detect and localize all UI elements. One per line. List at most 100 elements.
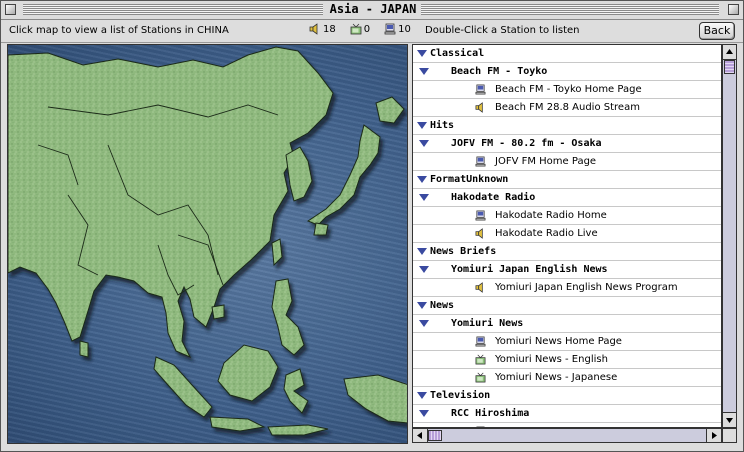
row-label: FormatUnknown	[430, 174, 509, 185]
scroll-down-arrow[interactable]	[723, 412, 736, 427]
row-label: Hakodate Radio	[451, 192, 536, 203]
scroll-right-arrow[interactable]	[706, 429, 721, 442]
row-label: Television	[430, 390, 491, 401]
disclosure-triangle-icon[interactable]	[417, 302, 427, 309]
arrow-right-icon	[712, 432, 717, 439]
web-count: 10	[384, 23, 411, 35]
land-masses	[8, 46, 407, 436]
genre-row[interactable]: Hits	[413, 117, 721, 135]
station-row[interactable]: Yomiuri Japan English News	[413, 261, 721, 279]
vertical-scroll-thumb[interactable]	[724, 60, 735, 74]
row-label: Hits	[430, 120, 455, 131]
grow-box[interactable]	[722, 428, 737, 443]
row-label: Beach FM - Toyko	[451, 66, 548, 77]
genre-row[interactable]: Classical	[413, 45, 721, 63]
disclosure-triangle-icon[interactable]	[419, 68, 429, 75]
row-label: Yomiuri News Home Page	[495, 336, 622, 347]
disclosure-triangle-icon[interactable]	[419, 140, 429, 147]
window-title: Asia - JAPAN	[327, 2, 419, 16]
tv-icon	[475, 372, 486, 383]
row-label: News Briefs	[430, 246, 497, 257]
row-label: Beach FM - Toyko Home Page	[495, 84, 642, 95]
disclosure-triangle-icon[interactable]	[419, 194, 429, 201]
computer-icon	[475, 84, 486, 95]
speaker-icon	[309, 23, 318, 35]
map-hint: Click map to view a list of Stations in …	[9, 25, 229, 36]
computer-icon	[475, 156, 486, 167]
speaker-icon	[475, 102, 483, 113]
scroll-left-arrow[interactable]	[413, 429, 428, 442]
speaker-icon	[475, 228, 483, 239]
genre-row[interactable]: News	[413, 297, 721, 315]
listen-hint: Double-Click a Station to listen	[425, 25, 580, 36]
video-count: 0	[350, 23, 370, 35]
genre-row[interactable]: News Briefs	[413, 243, 721, 261]
horizontal-scroll-thumb[interactable]	[428, 430, 442, 441]
arrow-down-icon	[726, 418, 733, 423]
arrow-up-icon	[726, 49, 733, 54]
arrow-left-icon	[417, 432, 422, 439]
scroll-up-arrow[interactable]	[723, 45, 736, 60]
computer-icon	[475, 210, 486, 221]
row-label: JOFV FM Home Page	[495, 156, 597, 167]
title-stripes-right	[421, 4, 719, 15]
row-label: Hakodate Radio Live	[495, 228, 598, 239]
computer-icon	[475, 336, 486, 347]
vertical-scrollbar[interactable]	[722, 44, 737, 428]
station-row[interactable]: Beach FM - Toyko	[413, 63, 721, 81]
computer-icon	[384, 23, 396, 35]
station-row[interactable]: JOFV FM - 80.2 fm - Osaka	[413, 135, 721, 153]
back-button[interactable]: Back	[699, 22, 735, 40]
horizontal-scrollbar[interactable]	[412, 428, 722, 443]
disclosure-triangle-icon[interactable]	[419, 320, 429, 327]
zoom-box[interactable]	[728, 4, 739, 15]
stream-row[interactable]: Hakodate Radio Live	[413, 225, 721, 243]
row-label: Yomiuri Japan English News Program	[495, 282, 678, 293]
disclosure-triangle-icon[interactable]	[419, 410, 429, 417]
row-label: Yomiuri News	[451, 318, 524, 329]
toolbar: Click map to view a list of Stations in …	[1, 20, 743, 43]
title-bar[interactable]: Asia - JAPAN	[1, 1, 743, 20]
title-stripes-left	[23, 4, 323, 15]
stream-row[interactable]: JOFV FM Home Page	[413, 153, 721, 171]
close-box[interactable]	[5, 4, 16, 15]
stream-row[interactable]: Yomiuri News - Japanese	[413, 369, 721, 387]
row-label: Yomiuri News - Japanese	[495, 372, 618, 383]
map-of-asia[interactable]	[8, 45, 408, 444]
genre-row[interactable]: Television	[413, 387, 721, 405]
station-row[interactable]: Yomiuri News	[413, 315, 721, 333]
row-label: Yomiuri Japan English News	[451, 264, 608, 275]
app-window: Asia - JAPAN Click map to view a list of…	[0, 0, 744, 452]
speaker-icon	[475, 282, 483, 293]
stream-row[interactable]: Beach FM 28.8 Audio Stream	[413, 99, 721, 117]
row-label: Yomiuri News - English	[495, 354, 608, 365]
disclosure-triangle-icon[interactable]	[417, 392, 427, 399]
row-label: Hakodate Radio Home	[495, 210, 607, 221]
station-counts: 18 0 10	[309, 23, 411, 35]
genre-row[interactable]: FormatUnknown	[413, 171, 721, 189]
station-row[interactable]: Hakodate Radio	[413, 189, 721, 207]
disclosure-triangle-icon[interactable]	[417, 50, 427, 57]
video-count-value: 0	[363, 23, 371, 35]
stream-row[interactable]: Yomiuri News Home Page	[413, 333, 721, 351]
stream-row[interactable]: Beach FM - Toyko Home Page	[413, 81, 721, 99]
row-label: News	[430, 300, 455, 311]
asia-map[interactable]	[7, 44, 408, 444]
station-list[interactable]: Classical Beach FM - Toyko Beach FM - Toyk…	[412, 44, 722, 428]
disclosure-triangle-icon[interactable]	[419, 266, 429, 273]
row-label: RCC Hiroshima	[451, 408, 530, 419]
disclosure-triangle-icon[interactable]	[417, 176, 427, 183]
audio-count-value: 18	[323, 23, 336, 35]
tv-icon	[350, 23, 362, 35]
disclosure-triangle-icon[interactable]	[417, 122, 427, 129]
web-count-value: 10	[398, 23, 411, 35]
stream-row[interactable]: Hakodate Radio Home	[413, 207, 721, 225]
row-label: Beach FM 28.8 Audio Stream	[495, 102, 640, 113]
disclosure-triangle-icon[interactable]	[417, 248, 427, 255]
tv-icon	[475, 354, 486, 365]
stream-row[interactable]: Yomiuri News - English	[413, 351, 721, 369]
stream-row[interactable]: Yomiuri Japan English News Program	[413, 279, 721, 297]
station-row[interactable]: RCC Hiroshima	[413, 405, 721, 423]
row-label: Classical	[430, 48, 485, 59]
row-label: JOFV FM - 80.2 fm - Osaka	[451, 138, 602, 149]
